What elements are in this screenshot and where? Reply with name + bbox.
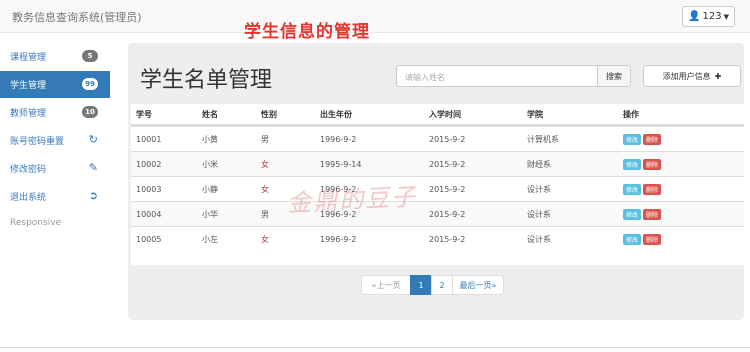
pagination-last[interactable]: 最后一页» bbox=[452, 275, 504, 295]
app-title[interactable]: 教务信息查询系统(管理员) bbox=[12, 9, 142, 25]
sidebar: 课程管理 5 学生管理 99 教师管理 10 账号密码重置 ↻ 修改密码 ✎ 退… bbox=[0, 43, 110, 228]
refresh-icon: ↻ bbox=[88, 133, 98, 146]
sidebar-item-label: 课程管理 bbox=[10, 53, 47, 63]
edit-button[interactable]: 修改 bbox=[623, 183, 642, 195]
cell-college: 设计系 bbox=[527, 209, 551, 219]
cell-name: 小华 bbox=[202, 209, 218, 219]
edit-button[interactable]: 修改 bbox=[623, 133, 642, 145]
cell-name: 小左 bbox=[202, 234, 218, 244]
edit-button[interactable]: 修改 bbox=[623, 208, 642, 220]
sidebar-item-logout[interactable]: 退出系统 ➲ bbox=[0, 183, 110, 210]
user-menu-button[interactable]: 👤 123 ▼ bbox=[682, 6, 735, 27]
column-header: 性别 bbox=[261, 109, 277, 119]
cell-actions: 修改 删除 bbox=[623, 158, 744, 170]
cell-gender: 男 bbox=[261, 134, 269, 144]
cell-name: 小米 bbox=[202, 159, 218, 169]
edit-button[interactable]: 修改 bbox=[623, 233, 642, 245]
cell-actions: 修改 删除 bbox=[623, 133, 744, 145]
pagination: «上一页 1 2 最后一页» bbox=[361, 275, 504, 295]
sidebar-item-label: 账号密码重置 bbox=[10, 137, 65, 147]
column-header: 姓名 bbox=[202, 109, 218, 119]
pencil-icon: ✎ bbox=[88, 161, 98, 174]
cell-college: 设计系 bbox=[527, 234, 551, 244]
cell-college: 财经系 bbox=[527, 159, 551, 169]
cell-enroll-date: 2015-9-2 bbox=[429, 184, 466, 194]
search-button[interactable]: 搜索 bbox=[597, 65, 631, 87]
cell-actions: 修改 删除 bbox=[623, 233, 744, 245]
edit-button[interactable]: 修改 bbox=[623, 158, 642, 170]
sidebar-footer-text: Responsive bbox=[10, 218, 62, 228]
cell-student-id: 10001 bbox=[136, 134, 162, 144]
delete-button[interactable]: 删除 bbox=[643, 133, 662, 145]
sidebar-item-label: 修改密码 bbox=[10, 165, 47, 175]
add-user-button[interactable]: 添加用户信息 ✚ bbox=[643, 65, 741, 87]
page-title: 学生名单管理 bbox=[140, 68, 273, 93]
table-row: 10003 小静 女 1996-9-2 2015-9-2 设计系 修改 删除 bbox=[131, 176, 744, 201]
cell-student-id: 10003 bbox=[136, 184, 162, 194]
delete-button[interactable]: 删除 bbox=[643, 158, 662, 170]
top-navbar: 教务信息查询系统(管理员) 👤 123 ▼ bbox=[0, 0, 750, 33]
column-header: 学号 bbox=[136, 109, 152, 119]
pagination-prev[interactable]: «上一页 bbox=[361, 275, 411, 295]
overlay-caption: 学生信息的管理 bbox=[244, 22, 370, 42]
cell-college: 计算机系 bbox=[527, 134, 559, 144]
count-badge: 5 bbox=[82, 50, 98, 62]
user-icon: 👤 bbox=[688, 11, 701, 22]
cell-name: 小静 bbox=[202, 184, 218, 194]
sidebar-item-teachers[interactable]: 教师管理 10 bbox=[0, 99, 110, 126]
cell-student-id: 10004 bbox=[136, 209, 162, 219]
sidebar-item-label: 教师管理 bbox=[10, 109, 47, 119]
footer-divider bbox=[0, 347, 750, 348]
table-row: 10001 小黄 男 1996-9-2 2015-9-2 计算机系 修改 删除 bbox=[131, 126, 744, 151]
cell-student-id: 10002 bbox=[136, 159, 162, 169]
delete-button[interactable]: 删除 bbox=[643, 233, 662, 245]
cell-birth-date: 1996-9-2 bbox=[320, 134, 357, 144]
column-header: 出生年份 bbox=[320, 109, 352, 119]
caret-down-icon: ▼ bbox=[723, 12, 729, 21]
students-table: 学号 姓名 性别 出生年份 入学时间 学院 操作 10001 小黄 男 1996… bbox=[131, 104, 744, 265]
cell-student-id: 10005 bbox=[136, 234, 162, 244]
table-row: 10004 小华 男 1996-9-2 2015-9-2 设计系 修改 删除 bbox=[131, 201, 744, 226]
cell-gender: 女 bbox=[261, 159, 269, 169]
table-header-row: 学号 姓名 性别 出生年份 入学时间 学院 操作 bbox=[131, 104, 744, 126]
cell-enroll-date: 2015-9-2 bbox=[429, 134, 466, 144]
logout-icon: ➲ bbox=[88, 189, 98, 202]
cell-enroll-date: 2015-9-2 bbox=[429, 209, 466, 219]
cell-enroll-date: 2015-9-2 bbox=[429, 159, 466, 169]
cell-name: 小黄 bbox=[202, 134, 218, 144]
pagination-page-1[interactable]: 1 bbox=[410, 275, 432, 295]
cell-birth-date: 1996-9-2 bbox=[320, 234, 357, 244]
search-input[interactable]: 请输入姓名 bbox=[396, 65, 598, 87]
sidebar-item-change-password[interactable]: 修改密码 ✎ bbox=[0, 155, 110, 182]
count-badge: 99 bbox=[82, 78, 98, 90]
sidebar-item-label: 学生管理 bbox=[10, 81, 47, 91]
table-bottom-spacer bbox=[131, 251, 744, 265]
table-row: 10005 小左 女 1996-9-2 2015-9-2 设计系 修改 删除 bbox=[131, 226, 744, 251]
sidebar-item-courses[interactable]: 课程管理 5 bbox=[0, 43, 110, 70]
column-header: 操作 bbox=[623, 109, 639, 119]
column-header: 入学时间 bbox=[429, 109, 461, 119]
cell-actions: 修改 删除 bbox=[623, 208, 744, 220]
column-header: 学院 bbox=[527, 109, 543, 119]
sidebar-item-reset-password[interactable]: 账号密码重置 ↻ bbox=[0, 127, 110, 154]
cell-actions: 修改 删除 bbox=[623, 183, 744, 195]
plus-icon: ✚ bbox=[714, 71, 722, 81]
cell-gender: 女 bbox=[261, 234, 269, 244]
delete-button[interactable]: 删除 bbox=[643, 183, 662, 195]
pagination-page-2[interactable]: 2 bbox=[431, 275, 453, 295]
watermark: 金鼎的豆子 bbox=[286, 182, 418, 218]
cell-birth-date: 1995-9-14 bbox=[320, 159, 362, 169]
cell-enroll-date: 2015-9-2 bbox=[429, 234, 466, 244]
sidebar-item-students[interactable]: 学生管理 99 bbox=[0, 71, 110, 98]
cell-college: 设计系 bbox=[527, 184, 551, 194]
count-badge: 10 bbox=[82, 106, 98, 118]
delete-button[interactable]: 删除 bbox=[643, 208, 662, 220]
user-name: 123 bbox=[702, 11, 722, 22]
sidebar-item-label: 退出系统 bbox=[10, 193, 47, 203]
add-user-label: 添加用户信息 bbox=[662, 71, 711, 81]
table-row: 10002 小米 女 1995-9-14 2015-9-2 财经系 修改 删除 bbox=[131, 151, 744, 176]
